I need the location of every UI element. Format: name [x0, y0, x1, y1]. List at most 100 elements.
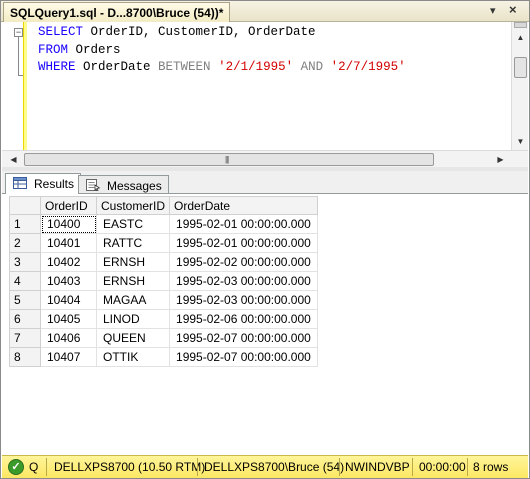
grid-cell[interactable]: 1995-02-01 00:00:00.000 — [169, 233, 318, 253]
sql-text: Orders — [68, 42, 121, 57]
sql-string: '2/7/1995' — [330, 60, 406, 74]
code-line[interactable]: FROM Orders — [38, 42, 406, 60]
grid-cell[interactable]: 10406 — [40, 328, 97, 348]
grid-cell[interactable]: LINOD — [95, 309, 171, 329]
sql-editor[interactable]: − SELECT OrderID, CustomerID, OrderDate F… — [2, 22, 528, 150]
sql-text: OrderDate — [75, 60, 159, 74]
status-state: Q — [29, 460, 39, 474]
grid-cell[interactable]: EASTC — [95, 214, 171, 234]
status-server: DELLXPS8700 (10.50 RTM) — [54, 460, 206, 474]
row-number[interactable]: 2 — [9, 233, 41, 253]
grid-cell[interactable]: OTTIK — [95, 347, 171, 367]
column-header[interactable]: OrderID — [40, 196, 97, 215]
sql-string: '2/1/1995' — [218, 60, 294, 74]
tab-messages-label: Messages — [107, 179, 162, 193]
grid-cell[interactable]: QUEEN — [95, 328, 171, 348]
close-tab-icon[interactable]: × — [509, 2, 517, 17]
grid-cell[interactable]: 10401 — [40, 233, 97, 253]
status-divider — [46, 458, 47, 476]
grid-corner[interactable] — [9, 196, 41, 215]
grid-cell[interactable]: ERNSH — [95, 252, 171, 272]
row-number[interactable]: 5 — [9, 290, 41, 310]
row-number[interactable]: 4 — [9, 271, 41, 291]
table-row[interactable]: 5 10404 MAGAA 1995-02-03 00:00:00.000 — [9, 290, 318, 310]
tab-dropdown-icon[interactable]: ▾ — [490, 4, 496, 17]
editor-horizontal-scrollbar[interactable]: ◀ ||| ▶ — [2, 150, 528, 167]
tab-results[interactable]: Results — [5, 173, 82, 195]
sql-text: OrderID, CustomerID, OrderDate — [83, 25, 316, 39]
scroll-left-icon[interactable]: ◀ — [6, 152, 21, 167]
grip-icon: ||| — [225, 155, 229, 164]
sql-operator: BETWEEN — [158, 60, 211, 74]
table-row[interactable]: 1 10400 EASTC 1995-02-01 00:00:00.000 — [9, 214, 318, 234]
document-tab[interactable]: SQLQuery1.sql - D...8700\Bruce (54))* — [3, 2, 231, 22]
query-window: SQLQuery1.sql - D...8700\Bruce (54))* ▾ … — [0, 0, 530, 479]
grid-cell[interactable]: 10404 — [40, 290, 97, 310]
row-number[interactable]: 8 — [9, 347, 41, 367]
results-grid-area: OrderID CustomerID OrderDate 1 10400 EASTC 19… — [2, 194, 528, 455]
table-row[interactable]: 8 10407 OTTIK 1995-02-07 00:00:00.000 — [9, 347, 318, 367]
grid-cell[interactable]: 10407 — [40, 347, 97, 367]
grid-cell[interactable]: 10403 — [40, 271, 97, 291]
sql-code[interactable]: SELECT OrderID, CustomerID, OrderDate FRO… — [38, 24, 406, 77]
success-check-icon: ✓ — [8, 459, 24, 475]
scroll-up-icon[interactable]: ▲ — [513, 30, 528, 45]
grid-cell[interactable]: 1995-02-07 00:00:00.000 — [169, 328, 318, 348]
tab-messages[interactable]: Messages — [78, 175, 169, 194]
grid-cell[interactable]: 1995-02-06 00:00:00.000 — [169, 309, 318, 329]
grid-cell[interactable]: 1995-02-07 00:00:00.000 — [169, 347, 318, 367]
grid-cell[interactable]: 10405 — [40, 309, 97, 329]
grid-icon — [13, 177, 27, 189]
split-handle[interactable] — [514, 22, 527, 28]
sql-keyword: SELECT — [38, 25, 84, 39]
table-row[interactable]: 7 10406 QUEEN 1995-02-07 00:00:00.000 — [9, 328, 318, 348]
grid-cell[interactable]: 10402 — [40, 252, 97, 272]
result-tab-strip: Results Messages — [2, 171, 528, 195]
document-tab-bar: SQLQuery1.sql - D...8700\Bruce (54))* ▾ … — [1, 1, 529, 22]
grid-cell[interactable]: 1995-02-03 00:00:00.000 — [169, 271, 318, 291]
sql-keyword: WHERE — [38, 60, 76, 74]
editor-gutter — [2, 22, 23, 150]
grid-cell[interactable]: 1995-02-03 00:00:00.000 — [169, 290, 318, 310]
sql-operator: AND — [300, 60, 324, 74]
scroll-thumb-horizontal[interactable]: ||| — [24, 153, 434, 166]
scroll-right-icon[interactable]: ▶ — [493, 152, 508, 167]
status-divider — [197, 458, 198, 476]
row-number[interactable]: 7 — [9, 328, 41, 348]
scroll-down-icon[interactable]: ▼ — [513, 134, 528, 149]
grid-cell[interactable]: 10400 — [40, 214, 97, 234]
column-header[interactable]: CustomerID — [95, 196, 171, 215]
collapse-icon[interactable]: − — [14, 28, 23, 37]
outline-line — [18, 37, 19, 75]
status-row-count: 8 rows — [473, 460, 509, 474]
row-number[interactable]: 1 — [9, 214, 41, 234]
row-number[interactable]: 3 — [9, 252, 41, 272]
grid-cell[interactable]: MAGAA — [95, 290, 171, 310]
scroll-thumb[interactable] — [514, 57, 527, 78]
code-line[interactable]: WHERE OrderDate BETWEEN '2/1/1995' AND '… — [38, 59, 406, 77]
results-grid[interactable]: OrderID CustomerID OrderDate 1 10400 EASTC 19… — [9, 196, 318, 367]
messages-icon — [86, 179, 100, 191]
status-divider — [412, 458, 413, 476]
row-number[interactable]: 6 — [9, 309, 41, 329]
status-divider — [467, 458, 468, 476]
column-header[interactable]: OrderDate — [169, 196, 318, 215]
table-row[interactable]: 6 10405 LINOD 1995-02-06 00:00:00.000 — [9, 309, 318, 329]
table-row[interactable]: 2 10401 RATTC 1995-02-01 00:00:00.000 — [9, 233, 318, 253]
status-database: NWINDVBP — [345, 460, 410, 474]
grid-cell[interactable]: ERNSH — [95, 271, 171, 291]
code-line[interactable]: SELECT OrderID, CustomerID, OrderDate — [38, 24, 406, 42]
change-indicator-bar — [23, 22, 27, 150]
status-elapsed: 00:00:00 — [419, 460, 466, 474]
table-row[interactable]: 3 10402 ERNSH 1995-02-02 00:00:00.000 — [9, 252, 318, 272]
grid-cell[interactable]: 1995-02-01 00:00:00.000 — [169, 214, 318, 234]
table-row[interactable]: 4 10403 ERNSH 1995-02-03 00:00:00.000 — [9, 271, 318, 291]
editor-vertical-scrollbar[interactable]: ▲ ▼ — [511, 22, 528, 150]
status-user: DELLXPS8700\Bruce (54) — [204, 460, 345, 474]
sql-keyword: FROM — [38, 42, 69, 57]
grid-cell[interactable]: RATTC — [95, 233, 171, 253]
grid-cell[interactable]: 1995-02-02 00:00:00.000 — [169, 252, 318, 272]
